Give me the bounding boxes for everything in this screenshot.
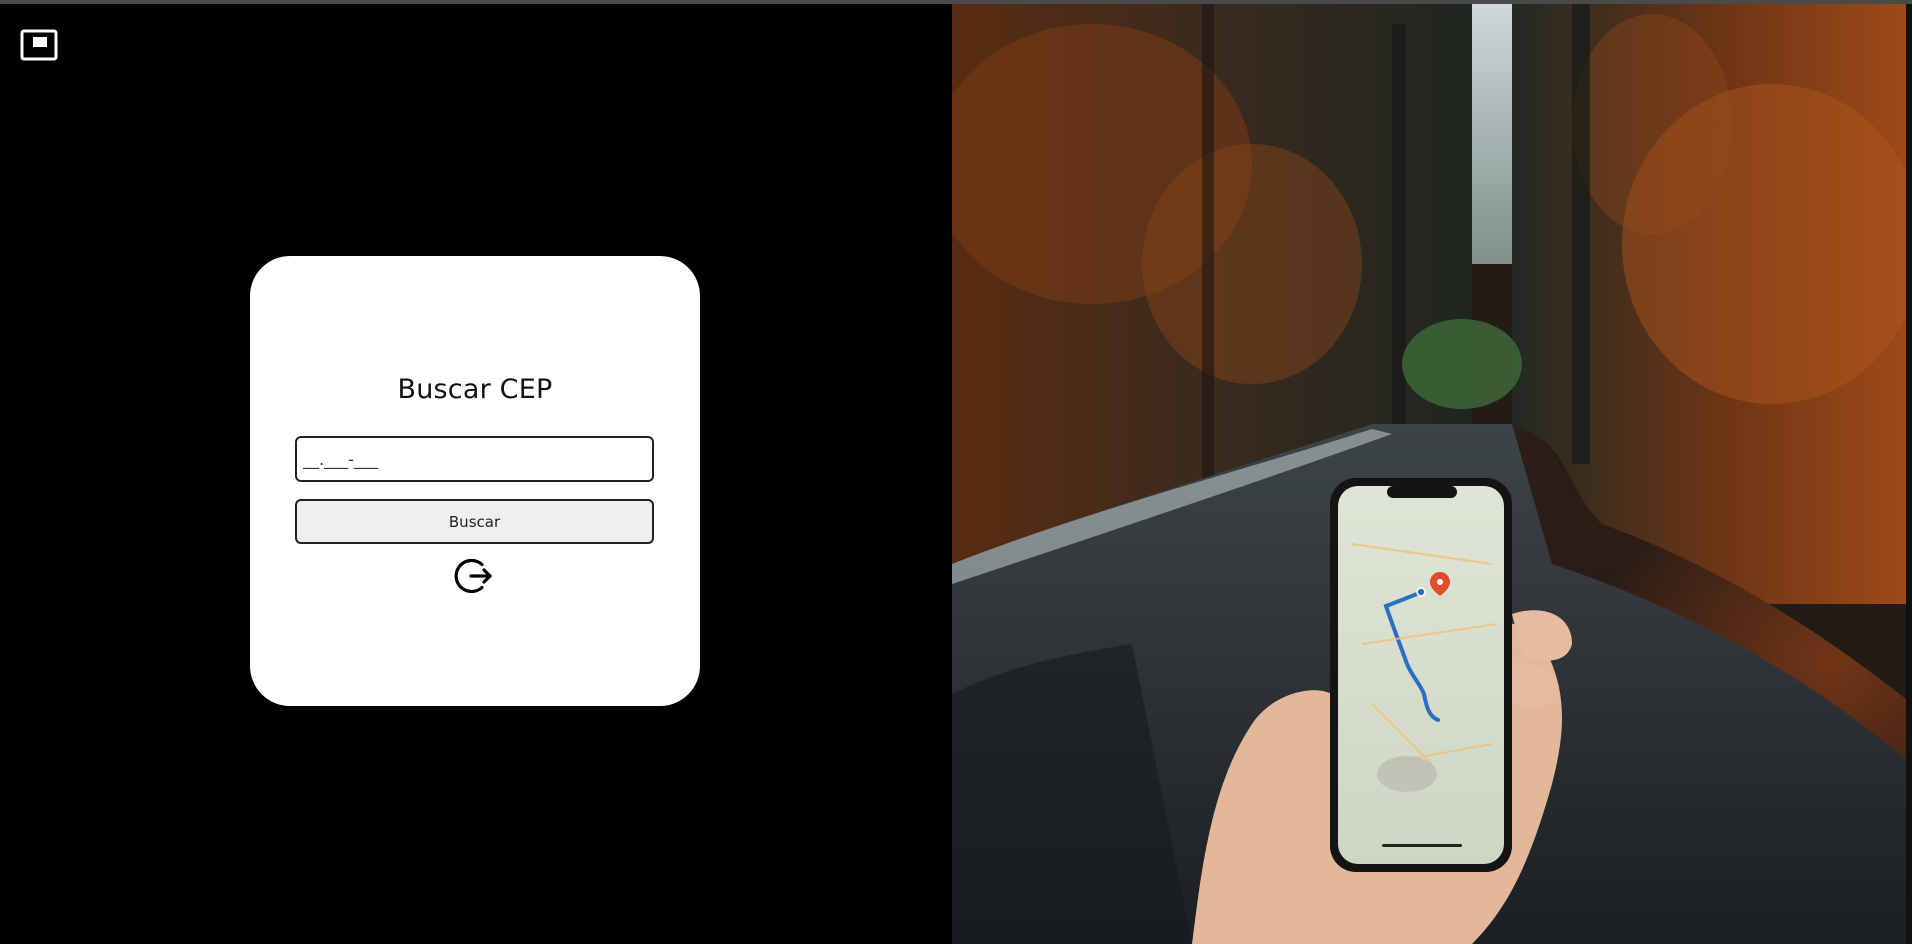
search-button[interactable]: Buscar	[295, 499, 654, 544]
picture-in-picture-icon[interactable]	[20, 29, 58, 61]
page-title: Buscar CEP	[397, 374, 553, 405]
phone-map-forest-road-photo	[952, 4, 1912, 944]
scrollbar[interactable]	[1906, 4, 1912, 944]
logout-icon[interactable]	[454, 555, 496, 597]
cep-input[interactable]	[295, 436, 654, 482]
search-card: Buscar CEP Buscar	[250, 256, 700, 706]
hero-image	[952, 4, 1912, 944]
